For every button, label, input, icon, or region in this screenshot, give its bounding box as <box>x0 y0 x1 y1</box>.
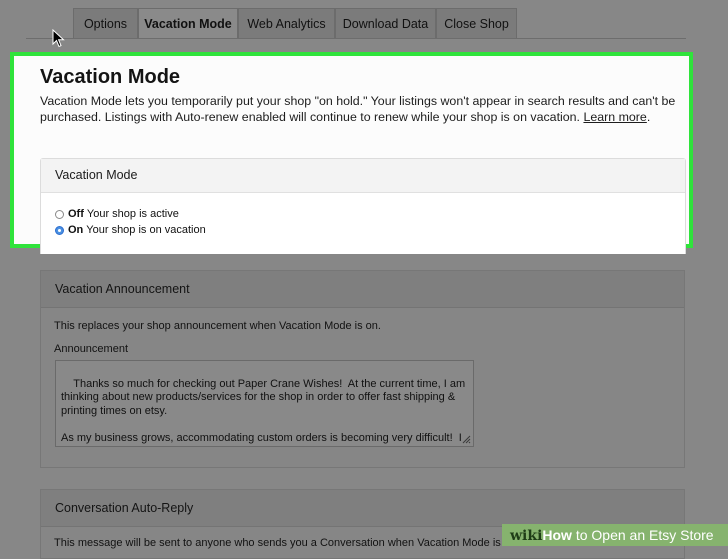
radio-off-option[interactable]: Off Your shop is active <box>55 208 179 220</box>
tab-web-analytics[interactable]: Web Analytics <box>238 8 335 38</box>
description-text: Vacation Mode lets you temporarily put y… <box>40 94 676 124</box>
watermark-title: to Open an Etsy Store <box>571 527 714 543</box>
radio-on-option[interactable]: On Your shop is on vacation <box>55 224 206 236</box>
wikihow-logo-prefix: wiki <box>510 528 543 544</box>
auto-reply-note: This message will be sent to anyone who … <box>54 537 517 549</box>
tab-vacation-mode[interactable]: Vacation Mode <box>138 8 238 38</box>
announcement-text: Thanks so much for checking out Paper Cr… <box>61 377 466 447</box>
auto-reply-card-title: Conversation Auto-Reply <box>41 490 684 527</box>
vacation-mode-card: Vacation Mode Off Your shop is active On… <box>40 158 686 254</box>
tab-options[interactable]: Options <box>73 8 138 38</box>
announcement-textarea[interactable]: Thanks so much for checking out Paper Cr… <box>55 360 474 447</box>
radio-off-label: Off <box>68 208 84 220</box>
announcement-field-label: Announcement <box>54 343 128 355</box>
vacation-mode-section: Vacation Mode Vacation Mode lets you tem… <box>10 52 693 254</box>
radio-on-button[interactable] <box>55 225 64 235</box>
tab-underline <box>26 38 686 39</box>
radio-off-button[interactable] <box>55 209 64 219</box>
radio-on-description: Your shop is on vacation <box>86 224 206 236</box>
announcement-note: This replaces your shop announcement whe… <box>54 320 381 332</box>
learn-more-link[interactable]: Learn more <box>583 110 646 124</box>
tab-bar: Options Vacation Mode Web Analytics Down… <box>0 0 728 40</box>
resize-grip-icon[interactable] <box>461 434 471 444</box>
wikihow-logo-how: How <box>542 527 572 543</box>
radio-off-description: Your shop is active <box>86 208 179 220</box>
mouse-pointer-icon <box>52 29 65 48</box>
tab-download-data[interactable]: Download Data <box>335 8 436 38</box>
tab-close-shop[interactable]: Close Shop <box>436 8 517 38</box>
announcement-card-title: Vacation Announcement <box>41 271 684 308</box>
vacation-announcement-card: Vacation Announcement This replaces your… <box>40 270 685 468</box>
vacation-mode-card-title: Vacation Mode <box>41 159 685 193</box>
radio-on-label: On <box>68 224 84 236</box>
section-title: Vacation Mode <box>40 66 181 88</box>
section-description: Vacation Mode lets you temporarily put y… <box>40 94 676 124</box>
wikihow-watermark: wikiHow to Open an Etsy Store <box>502 524 728 546</box>
